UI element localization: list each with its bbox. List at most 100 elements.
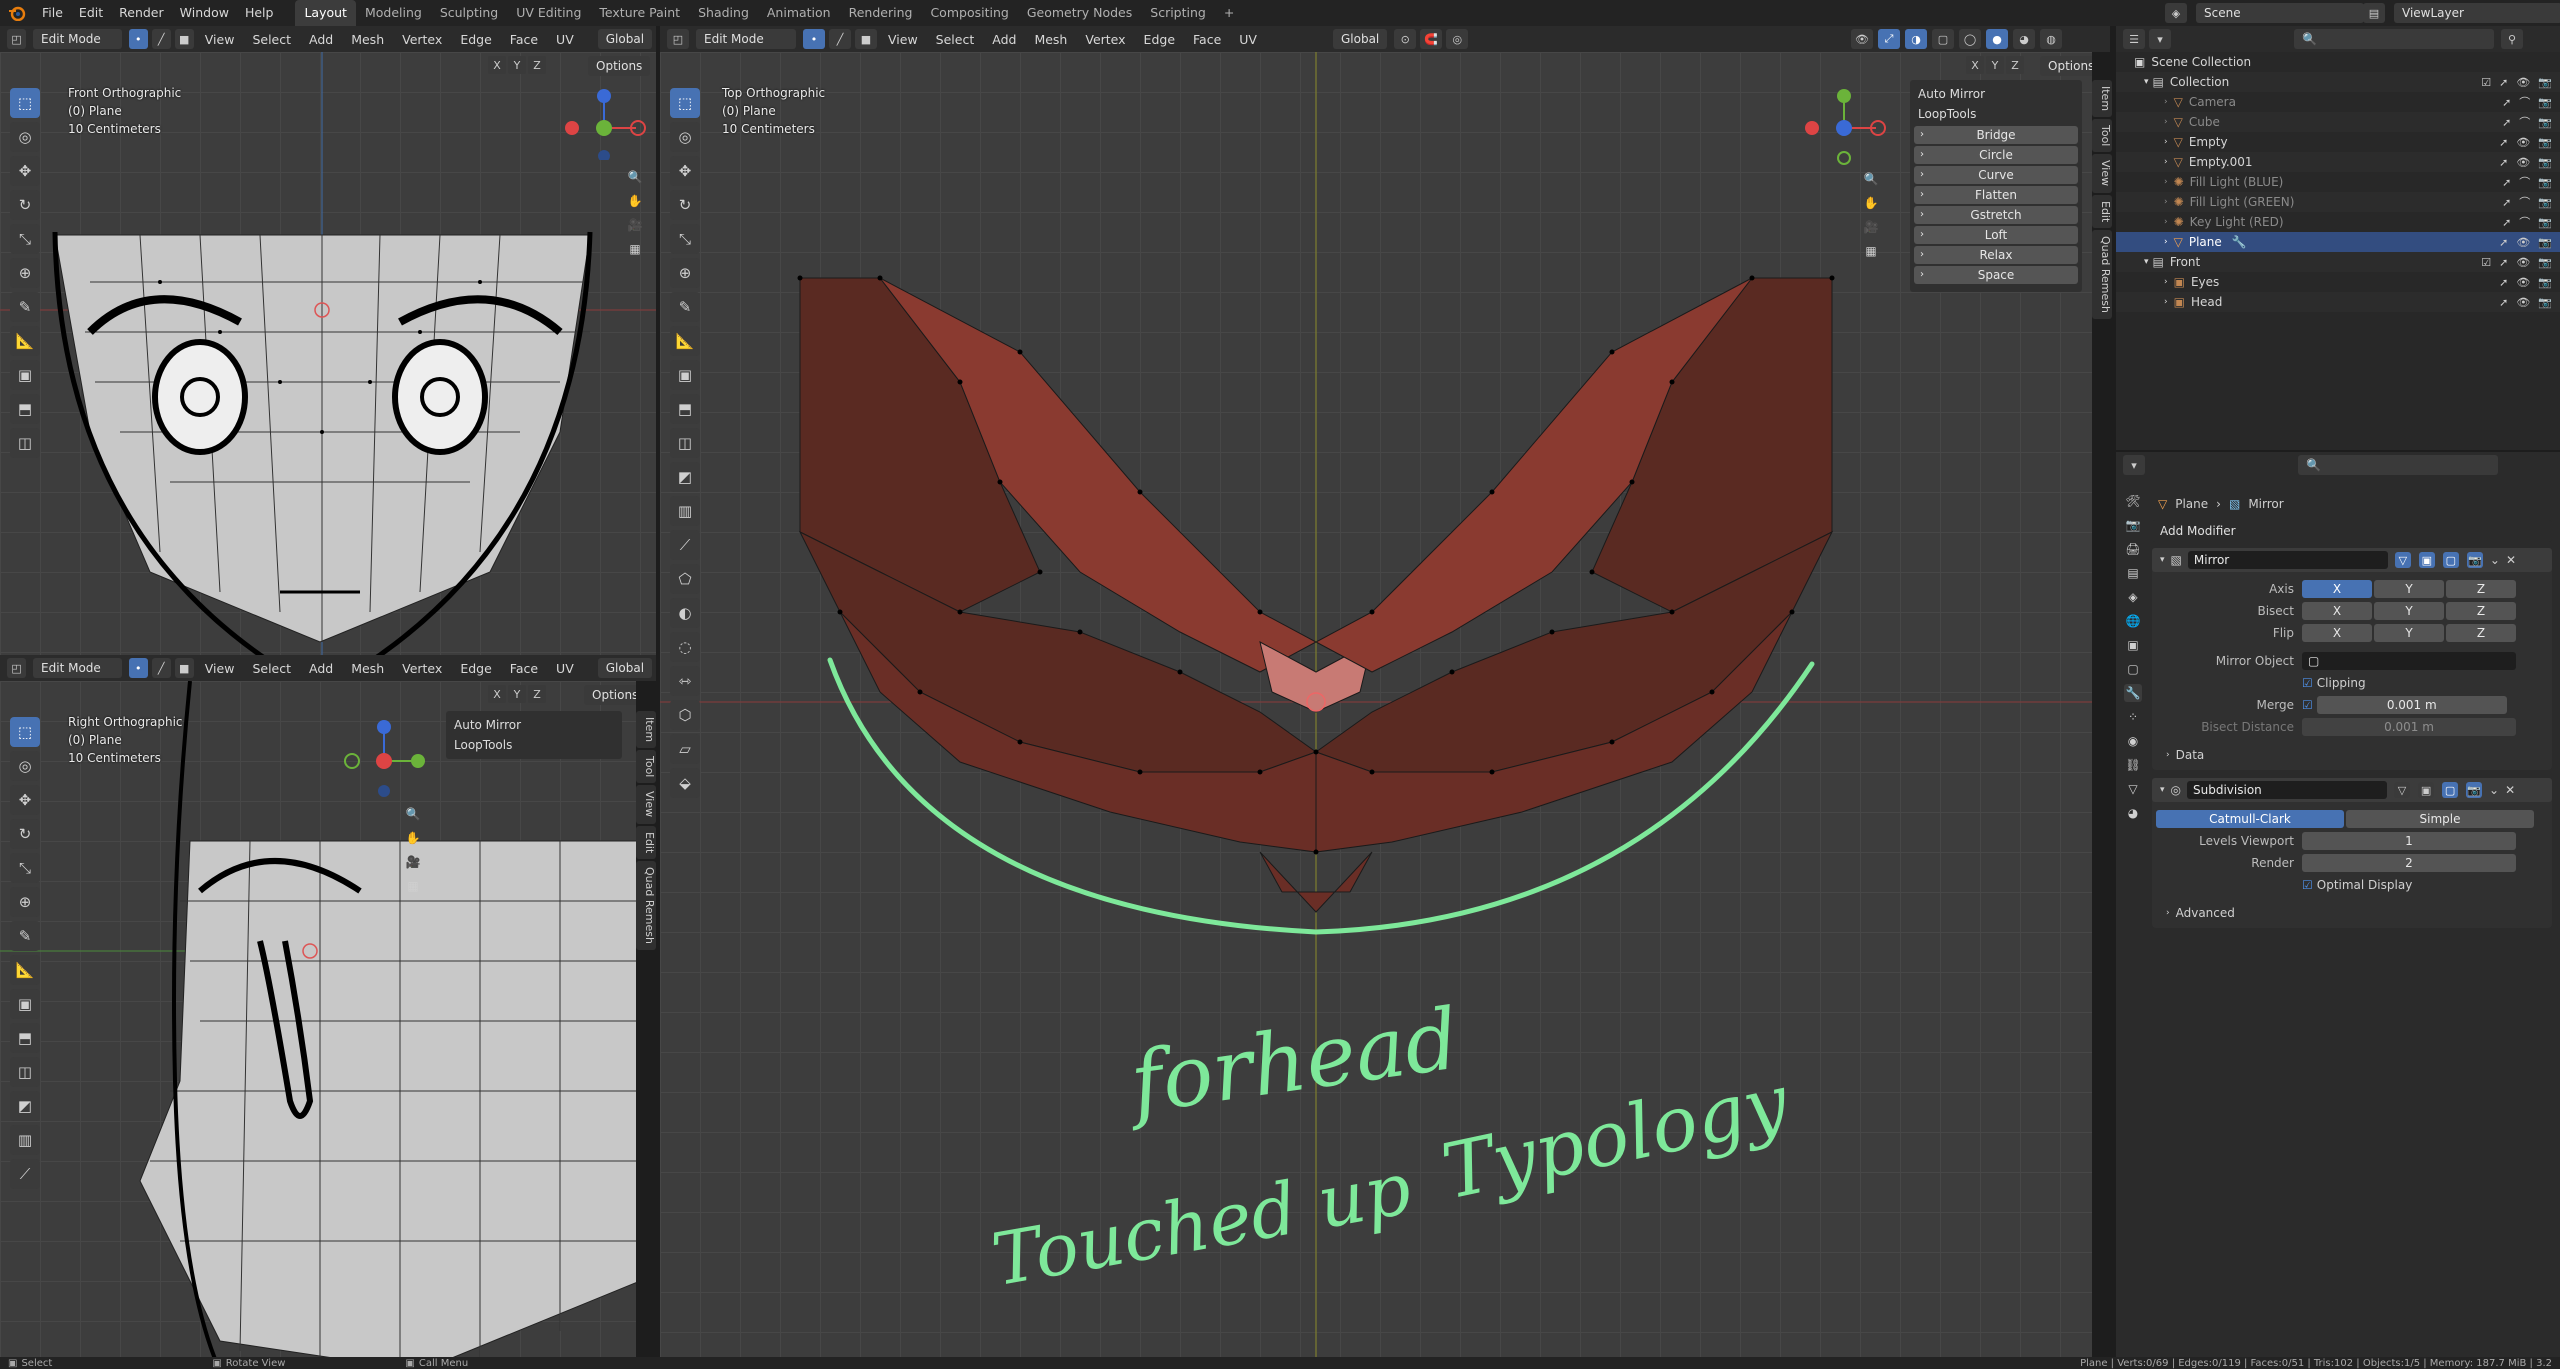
pan-hand-icon[interactable]: ✋ — [404, 829, 422, 847]
close-icon[interactable]: ✕ — [2505, 783, 2515, 797]
poly-build-tool-icon[interactable]: ⬠ — [670, 564, 700, 594]
cursor-tool-icon[interactable]: ◎ — [10, 751, 40, 781]
looptools-space-button[interactable]: › Space — [1914, 266, 2078, 284]
menu-view[interactable]: View — [880, 32, 926, 47]
edge-select-icon[interactable]: ╱ — [151, 29, 171, 49]
smooth-tool-icon[interactable]: ◌ — [670, 632, 700, 662]
outliner-item-collection[interactable]: ▾ ▤ Collection ☑ ➚ 👁 📷 — [2116, 72, 2560, 92]
move-tool-icon[interactable]: ✥ — [670, 156, 700, 186]
outliner-item-camera[interactable]: › ▽ Camera ➚ ⌒ 📷 — [2116, 92, 2560, 112]
tab-uv-editing[interactable]: UV Editing — [507, 0, 590, 26]
menu-file[interactable]: File — [34, 0, 71, 26]
flip-x-toggle[interactable]: X — [2302, 624, 2372, 642]
menu-edge[interactable]: Edge — [452, 661, 499, 676]
scale-tool-icon[interactable]: ⤡ — [670, 224, 700, 254]
edit-mode-toggle-icon[interactable]: ▽ — [2394, 552, 2411, 568]
physics-tab-icon[interactable]: ◉ — [2124, 732, 2142, 750]
edge-slide-tool-icon[interactable]: ⇿ — [670, 666, 700, 696]
axis-x-button[interactable]: X — [488, 685, 506, 703]
tab-texture-paint[interactable]: Texture Paint — [590, 0, 689, 26]
filter-icon[interactable]: ⚲ — [2501, 29, 2523, 49]
modifier-tab-icon[interactable]: 🔧 — [2124, 684, 2142, 702]
transform-orientation-dropdown[interactable]: Global — [597, 658, 653, 678]
properties-editor-icon[interactable]: ▾ — [2123, 455, 2145, 475]
tab-animation[interactable]: Animation — [758, 0, 840, 26]
auto-mirror-panel-header[interactable]: Auto Mirror — [1910, 84, 2082, 104]
ortho-grid-icon[interactable]: ▦ — [626, 240, 644, 258]
view-layer-selector[interactable]: ViewLayer — [2394, 3, 2560, 23]
face-select-icon[interactable]: ■ — [174, 29, 194, 49]
scene-icon[interactable]: ◈ — [2165, 3, 2187, 23]
viewport-top-ortho[interactable]: Top Orthographic (0) Plane 10 Centimeter… — [660, 52, 2092, 1357]
menu-window[interactable]: Window — [172, 0, 237, 26]
outliner-root[interactable]: ▣ Scene Collection — [2116, 52, 2560, 72]
add-cube-tool-icon[interactable]: ▣ — [10, 360, 40, 390]
tab-item[interactable]: Item — [2092, 80, 2112, 118]
options-dropdown[interactable]: Options — [584, 685, 636, 705]
outliner-item-empty[interactable]: › ▽ Empty ➚ 👁 📷 — [2116, 132, 2560, 152]
looptools-circle-button[interactable]: › Circle — [1914, 146, 2078, 164]
menu-uv[interactable]: UV — [1231, 32, 1265, 47]
mode-dropdown[interactable]: Edit Mode — [33, 29, 122, 49]
tab-sculpting[interactable]: Sculpting — [431, 0, 507, 26]
bevel-tool-icon[interactable]: ◩ — [670, 462, 700, 492]
editor-type-icon[interactable]: ◰ — [7, 658, 27, 678]
outliner-item-plane[interactable]: › ▽ Plane 🔧 ➚ 👁 📷 — [2116, 232, 2560, 252]
menu-edit[interactable]: Edit — [71, 0, 111, 26]
inset-tool-icon[interactable]: ◫ — [670, 428, 700, 458]
tab-item[interactable]: Item — [636, 711, 656, 749]
collection-tab-icon[interactable]: ▣ — [2124, 636, 2142, 654]
menu-view[interactable]: View — [197, 661, 243, 676]
snap-icon[interactable]: 🧲 — [1420, 29, 1443, 49]
annotate-tool-icon[interactable]: ✎ — [10, 292, 40, 322]
bevel-tool-icon[interactable]: ◩ — [10, 1091, 40, 1121]
axis-z-button[interactable]: Z — [2006, 56, 2024, 74]
scale-tool-icon[interactable]: ⤡ — [10, 224, 40, 254]
viewport-right-ortho[interactable]: Right Orthographic (0) Plane 10 Centimet… — [0, 681, 636, 1357]
transform-orientation-dropdown[interactable]: Global — [597, 29, 653, 49]
viewport-toggle-icon[interactable]: ▢ — [2442, 782, 2459, 798]
flip-z-toggle[interactable]: Z — [2446, 624, 2516, 642]
axis-y-toggle[interactable]: Y — [2374, 580, 2444, 598]
navigation-gizmo[interactable] — [1800, 88, 1890, 168]
display-mode-icon[interactable]: ▾ — [2149, 29, 2171, 49]
knife-tool-icon[interactable]: ⟋ — [10, 1159, 40, 1189]
tab-view[interactable]: View — [636, 785, 656, 824]
output-tab-icon[interactable]: 🖨 — [2124, 540, 2142, 558]
add-cube-tool-icon[interactable]: ▣ — [10, 989, 40, 1019]
looptools-panel-header[interactable]: LoopTools — [446, 735, 622, 755]
subdivision-name-field[interactable]: Subdivision — [2187, 781, 2388, 799]
knife-tool-icon[interactable]: ⟋ — [670, 530, 700, 560]
menu-help[interactable]: Help — [237, 0, 282, 26]
subdivision-modifier-header[interactable]: ▾ ◎ Subdivision ▽ ▣ ▢ 📷 ⌄ ✕ — [2152, 778, 2552, 802]
transform-tool-icon[interactable]: ⊕ — [670, 258, 700, 288]
advanced-subpanel[interactable]: › Advanced — [2152, 902, 2552, 924]
world-tab-icon[interactable]: 🌐 — [2124, 612, 2142, 630]
tab-quad-remesh[interactable]: Quad Remesh — [2092, 229, 2112, 319]
zoom-icon[interactable]: 🔍 — [626, 168, 644, 186]
transform-orientation-dropdown[interactable]: Global — [1332, 29, 1388, 49]
scale-tool-icon[interactable]: ⤡ — [10, 853, 40, 883]
material-shading-icon[interactable]: ◕ — [2013, 29, 2035, 49]
outliner-item-head[interactable]: › ▣ Head ➚ 👁 📷 — [2116, 292, 2560, 312]
axis-z-button[interactable]: Z — [528, 56, 546, 74]
mode-dropdown[interactable]: Edit Mode — [696, 29, 796, 49]
menu-select[interactable]: Select — [928, 32, 983, 47]
menu-edge[interactable]: Edge — [452, 32, 499, 47]
measure-tool-icon[interactable]: 📐 — [10, 326, 40, 356]
looptools-gstretch-button[interactable]: › Gstretch — [1914, 206, 2078, 224]
tab-shading[interactable]: Shading — [689, 0, 758, 26]
measure-tool-icon[interactable]: 📐 — [10, 955, 40, 985]
zoom-icon[interactable]: 🔍 — [1862, 170, 1880, 188]
xray-toggle-icon[interactable]: ▢ — [1932, 29, 1954, 49]
vertex-select-icon[interactable]: • — [128, 29, 148, 49]
extrude-tool-icon[interactable]: ⬒ — [10, 1023, 40, 1053]
bisect-y-toggle[interactable]: Y — [2374, 602, 2444, 620]
pan-hand-icon[interactable]: ✋ — [1862, 194, 1880, 212]
options-dropdown[interactable]: Options — [588, 56, 651, 76]
loop-cut-tool-icon[interactable]: ▥ — [670, 496, 700, 526]
pivot-icon[interactable]: ⊙ — [1394, 29, 1417, 49]
menu-add[interactable]: Add — [984, 32, 1024, 47]
merge-checkbox[interactable]: ☑ — [2302, 698, 2313, 712]
editor-type-icon[interactable]: ◰ — [667, 29, 689, 49]
